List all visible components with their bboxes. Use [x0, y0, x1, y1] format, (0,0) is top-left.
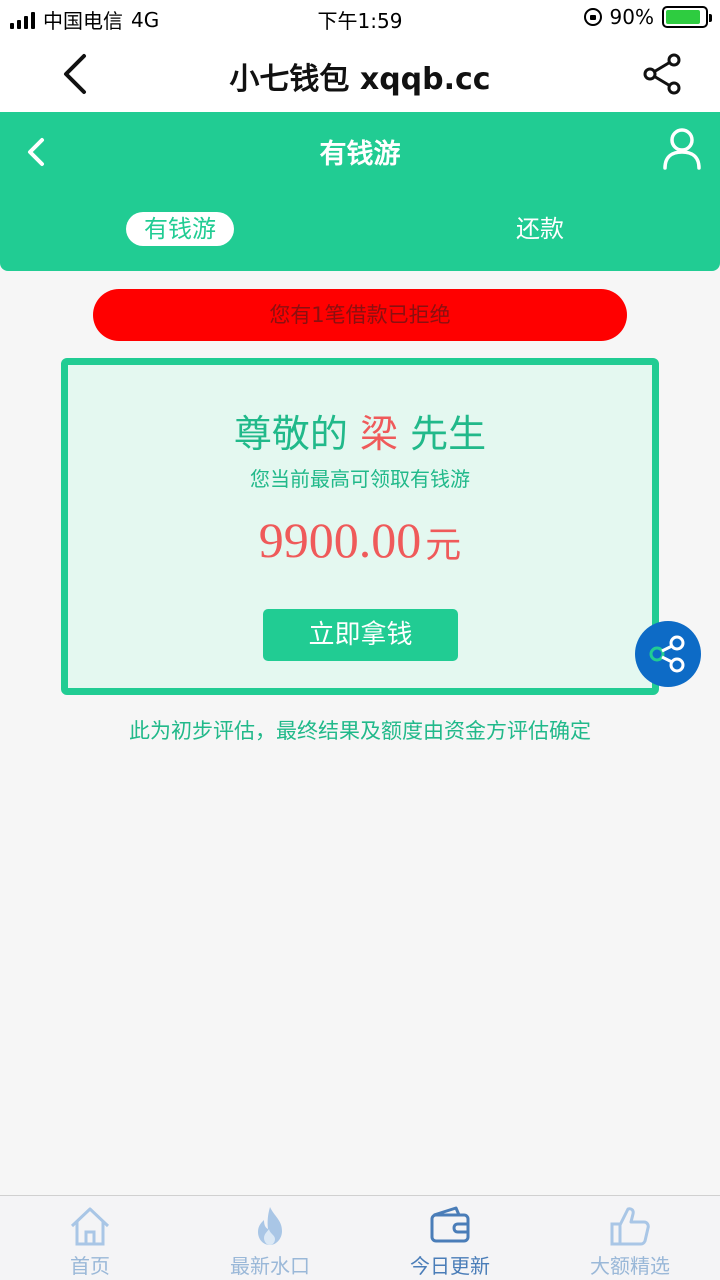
tabbar-label: 首页 [70, 1254, 110, 1278]
thumbs-up-icon [610, 1207, 650, 1246]
header-title: 有钱游 [319, 139, 401, 170]
rotation-lock-icon [583, 8, 602, 26]
browser-navbar: 小七钱包 xqqb.cc [0, 36, 720, 112]
greeting: 尊敬的 梁 先生 [68, 403, 652, 458]
share-icon[interactable] [640, 52, 684, 96]
battery-icon [662, 6, 712, 28]
greeting-suffix: 先生 [410, 412, 487, 456]
tabbar-label: 最新水口 [230, 1254, 310, 1278]
tabbar-label: 大额精选 [590, 1254, 670, 1278]
page-title: 小七钱包 xqqb.cc [229, 62, 491, 97]
home-icon [70, 1207, 110, 1246]
tabbar-item-today[interactable]: 今日更新 [360, 1196, 540, 1280]
tabbar-item-featured[interactable]: 大额精选 [540, 1196, 720, 1280]
battery-percent: 90% [609, 5, 654, 29]
tabbar-item-home[interactable]: 首页 [0, 1196, 180, 1280]
credit-card-panel: 尊敬的 梁 先生 您当前最高可领取有钱游 9900.00 元 立即拿钱 [61, 358, 659, 695]
credit-amount: 9900.00 元 [68, 511, 652, 569]
greeting-prefix: 尊敬的 [233, 412, 348, 456]
bottom-tabbar: 首页 最新水口 今日更新 大额精选 [0, 1195, 720, 1280]
card-subtitle: 您当前最高可领取有钱游 [250, 467, 470, 491]
fire-icon [258, 1207, 282, 1245]
tabbar-item-latest[interactable]: 最新水口 [180, 1196, 360, 1280]
tabbar-label: 今日更新 [410, 1254, 490, 1278]
wallet-icon [430, 1206, 470, 1243]
amount-unit: 元 [425, 525, 462, 565]
user-icon[interactable] [662, 126, 702, 170]
assessment-note: 此为初步评估，最终结果及额度由资金方评估确定 [129, 719, 591, 743]
tab-youqianyou[interactable]: 有钱游 [126, 212, 234, 246]
surname: 梁 [359, 412, 398, 456]
tab-repayment[interactable]: 还款 [480, 212, 600, 246]
loan-rejected-alert[interactable]: 您有1笔借款已拒绝 [93, 289, 627, 341]
share-icon [649, 635, 685, 673]
amount-value: 9900.00 [258, 512, 422, 568]
get-money-button[interactable]: 立即拿钱 [263, 609, 458, 661]
app-header: 有钱游 有钱游 还款 [0, 112, 720, 271]
floating-share-button[interactable] [635, 621, 701, 687]
status-bar: 中国电信 4G 下午1:59 90% [0, 0, 720, 36]
